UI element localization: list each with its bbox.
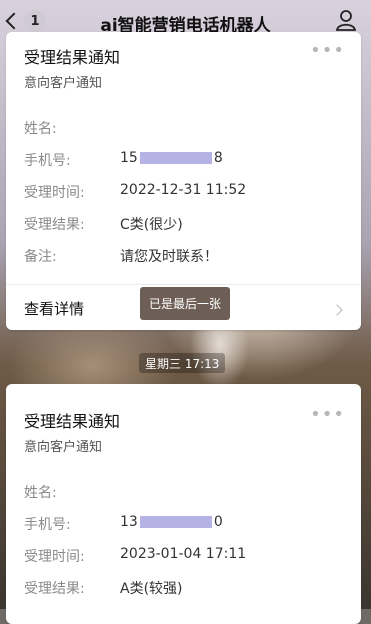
field-name: 姓名: (24, 118, 343, 140)
field-label: 手机号: (24, 153, 71, 169)
card-subtitle: 意向客户通知 (24, 76, 103, 91)
field-label: 手机号: (24, 517, 71, 533)
field-value: 15 8 (120, 150, 223, 166)
divider (6, 284, 361, 285)
phone-prefix: 15 (120, 150, 138, 166)
message-timestamp: 星期三 17:13 (139, 353, 226, 373)
redaction-mask (139, 516, 212, 528)
card-subtitle: 意向客户通知 (24, 440, 103, 455)
field-time: 受理时间: 2022-12-31 11:52 (24, 182, 343, 204)
field-value: 请您及时联系！ (120, 249, 218, 265)
field-remark: 备注: 请您及时联系！ (24, 246, 343, 268)
field-label: 受理结果: (24, 217, 85, 233)
phone-suffix: 0 (213, 514, 223, 530)
toast-message: 已是最后一张 (140, 287, 230, 320)
card-title: 受理结果通知 (24, 48, 121, 67)
notification-card: 受理结果通知 ••• 意向客户通知 姓名: 手机号: 15 8 受理时间: 202… (6, 32, 361, 330)
field-label: 备注: (24, 249, 57, 265)
field-time: 受理时间: 2023-01-04 17:11 (24, 546, 343, 568)
field-phone: 手机号: 13 0 (24, 514, 343, 536)
field-name: 姓名: (24, 482, 343, 504)
view-details-link[interactable]: 查看详情 (24, 298, 84, 319)
card-title: 受理结果通知 (24, 412, 121, 431)
field-value: 2023-01-04 17:11 (120, 546, 247, 562)
field-label: 受理结果: (24, 581, 85, 597)
field-value: C类(很少) (120, 217, 183, 233)
more-icon[interactable]: ••• (310, 404, 345, 425)
field-label: 姓名: (24, 121, 57, 137)
field-value: 2022-12-31 11:52 (120, 182, 247, 198)
phone-suffix: 8 (213, 150, 223, 166)
notification-card: 受理结果通知 ••• 意向客户通知 姓名: 手机号: 13 0 受理时间: 202… (6, 384, 361, 624)
field-value: A类(较强) (120, 581, 183, 597)
field-phone: 手机号: 15 8 (24, 150, 343, 172)
field-label: 受理时间: (24, 549, 85, 565)
more-icon[interactable]: ••• (310, 40, 345, 61)
phone-prefix: 13 (120, 514, 138, 530)
field-label: 受理时间: (24, 185, 85, 201)
field-value: 13 0 (120, 514, 223, 530)
chevron-right-icon[interactable] (331, 304, 343, 316)
field-result: 受理结果: A类(较强) (24, 578, 343, 600)
field-label: 姓名: (24, 485, 57, 501)
redaction-mask (139, 152, 212, 164)
field-result: 受理结果: C类(很少) (24, 214, 343, 236)
